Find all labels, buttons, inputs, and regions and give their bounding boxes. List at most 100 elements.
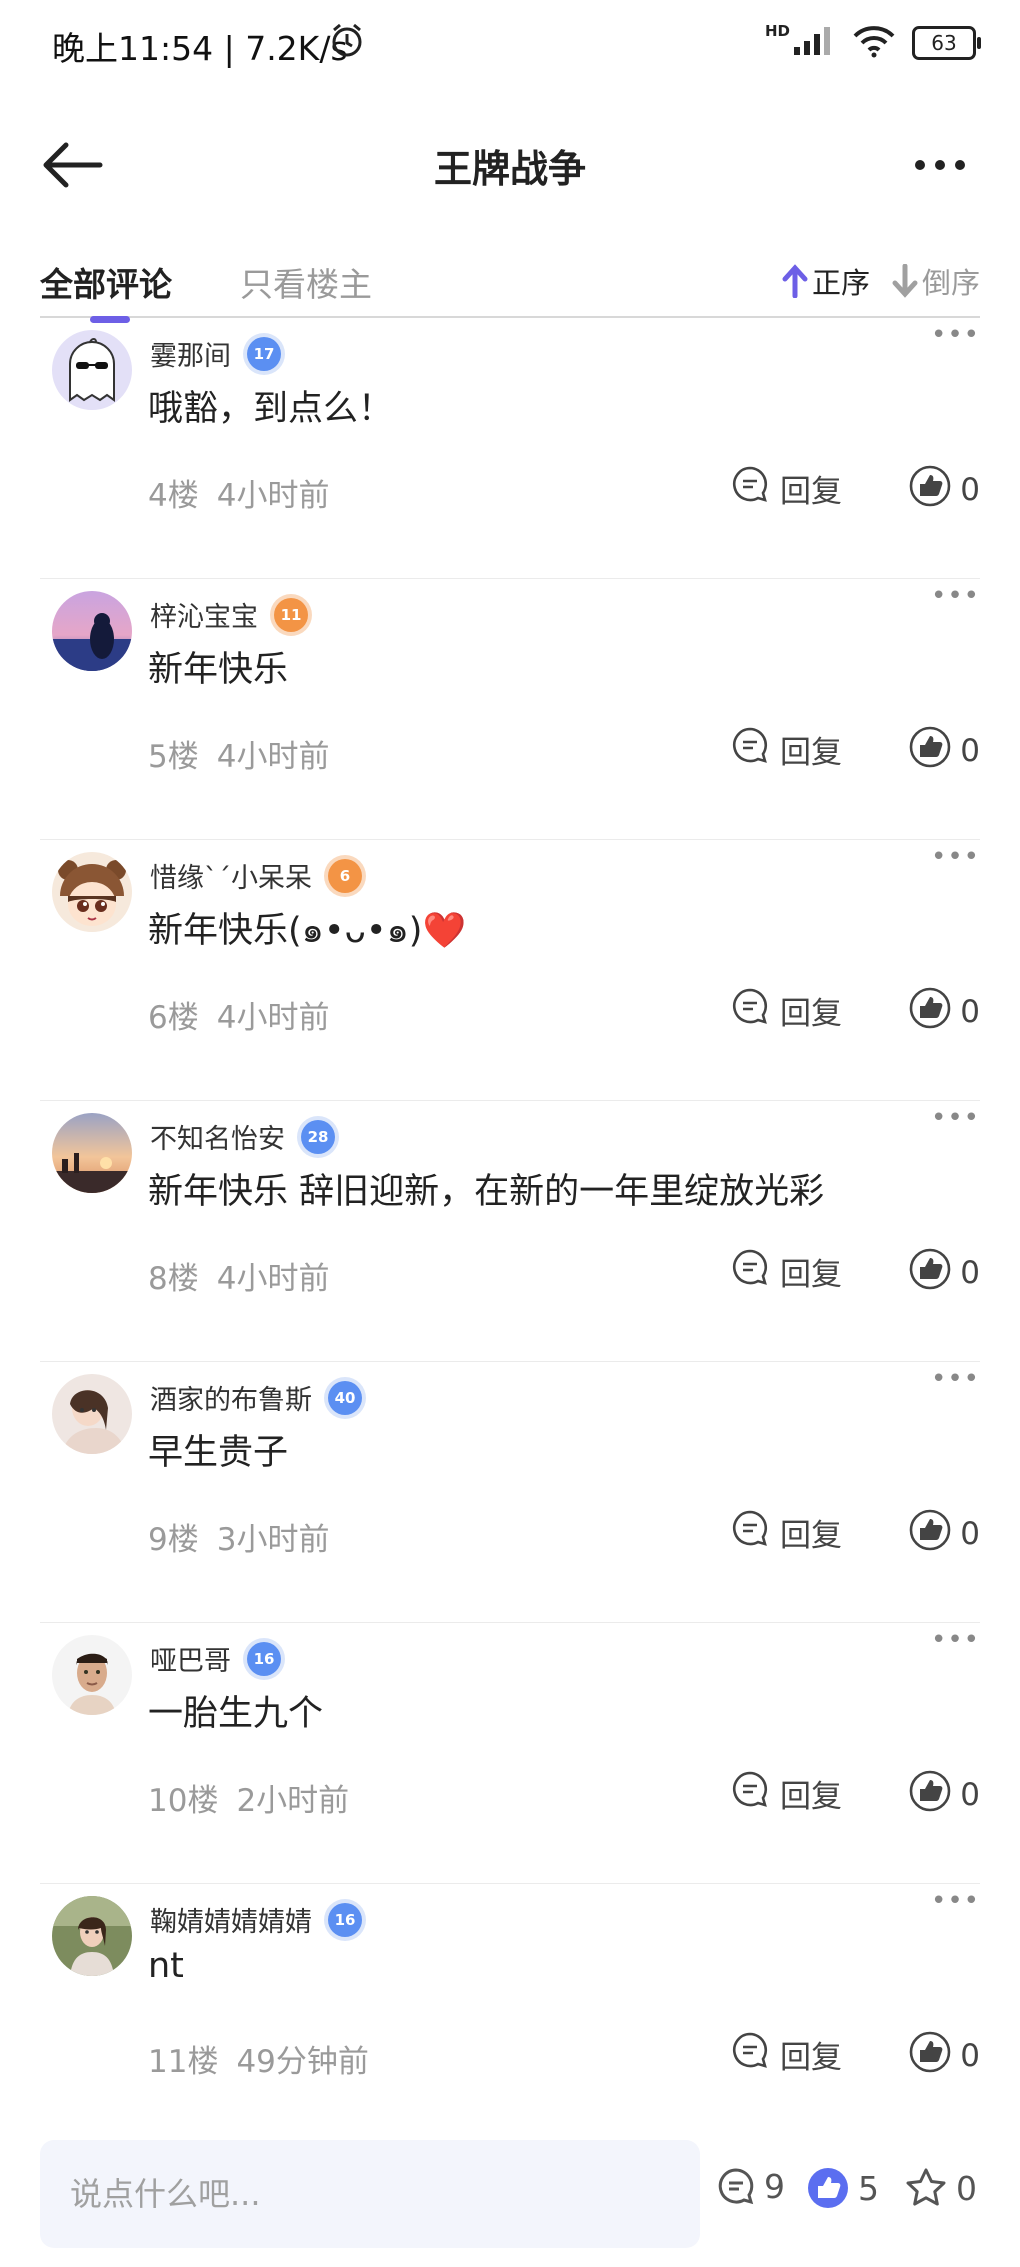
thumbs-up-icon [908,986,952,1038]
like-filled-icon [808,2168,848,2208]
comment-text-row: 新年快乐(๑•ᴗ•๑)❤️ [148,902,466,958]
comment-item[interactable]: 哑巴哥 16 ••• 一胎生九个 10楼 2小时前 回复 0 [40,1623,980,1884]
user-avatar[interactable] [52,1635,132,1715]
comment-more-icon[interactable]: ••• [931,842,980,872]
more-options-icon[interactable] [910,145,970,185]
thumbs-up-icon [908,1769,952,1821]
reply-button[interactable]: 回复 [730,1508,842,1556]
reply-button[interactable]: 回复 [730,1769,842,1817]
heart-emoji: ❤️ [422,911,467,951]
thumbs-up-icon [908,1247,952,1299]
tab-all-comments[interactable]: 全部评论 [40,258,172,323]
user-avatar[interactable] [52,852,132,932]
level-badge: 11 [274,597,308,632]
reply-label: 回复 [780,734,842,771]
comment-item[interactable]: 惜缘ˋˊ小呆呆 6 ••• 新年快乐(๑•ᴗ•๑)❤️ 6楼 4小时前 回复 0 [40,840,980,1101]
like-button[interactable]: 0 [908,1247,980,1299]
like-count-button[interactable]: 5 [806,2166,879,2210]
username[interactable]: 酒家的布鲁斯 [150,1378,312,1417]
like-count: 0 [960,2038,980,2074]
reply-icon [730,464,770,512]
reply-button[interactable]: 回复 [730,2030,842,2078]
floor-number: 11楼 [148,2044,219,2080]
comment-text: nt [148,1946,184,1986]
reply-label: 回复 [780,2039,842,2076]
comment-more-icon[interactable]: ••• [931,1625,980,1655]
reply-icon [730,1247,770,1295]
comment-time: 2小时前 [236,1783,350,1819]
reply-icon [730,1769,770,1817]
like-button[interactable]: 0 [908,725,980,777]
comment-more-icon[interactable]: ••• [931,320,980,350]
username[interactable]: 霎那间 [150,334,231,373]
comment-time: 4小时前 [216,739,330,775]
reply-label: 回复 [780,1778,842,1815]
status-right: HD 63 [765,22,981,62]
comment-time: 3小时前 [216,1522,330,1558]
sort-asc-label: 正序 [811,266,870,300]
star-count-button[interactable]: 0 [904,2166,977,2210]
floor-number: 10楼 [148,1783,219,1819]
star-icon [906,2168,946,2206]
reply-button[interactable]: 回复 [730,464,842,512]
comment-text: 哦豁，到点么！ [148,389,394,429]
comment-icon [718,2168,754,2205]
alarm-icon [330,22,364,62]
sort-descending-button[interactable]: 倒序 [892,260,980,302]
comment-text-row: 新年快乐 辞旧迎新，在新的一年里绽放光彩 [148,1163,824,1214]
floor-number: 5楼 [148,739,199,775]
reply-label: 回复 [780,995,842,1032]
user-avatar[interactable] [52,1374,132,1454]
comment-item[interactable]: 不知名怡安 28 ••• 新年快乐 辞旧迎新，在新的一年里绽放光彩 8楼 4小时前… [40,1101,980,1362]
comment-item[interactable]: 酒家的布鲁斯 40 ••• 早生贵子 9楼 3小时前 回复 0 [40,1362,980,1623]
tab-op-only[interactable]: 只看楼主 [240,258,372,306]
star-count: 0 [956,2168,977,2208]
username[interactable]: 哑巴哥 [150,1639,231,1678]
comment-text-row: nt [148,1946,184,1986]
like-count: 0 [960,994,980,1030]
comment-tabs: 全部评论 只看楼主 正序 倒序 [40,250,980,323]
user-avatar[interactable] [52,1896,132,1976]
comment-more-icon[interactable]: ••• [931,1886,980,1916]
reply-label: 回复 [780,473,842,510]
like-button[interactable]: 0 [908,464,980,516]
like-button[interactable]: 0 [908,1769,980,1821]
thumbs-up-icon [908,464,952,516]
user-avatar[interactable] [52,591,132,671]
comment-input[interactable] [40,2140,700,2248]
like-count: 0 [960,733,980,769]
comment-item[interactable]: 鞠婧婧婧婧婧 16 ••• nt 11楼 49分钟前 回复 0 [40,1884,980,2118]
comment-list[interactable]: 霎那间 17 ••• 哦豁，到点么！ 4楼 4小时前 回复 0 梓沁宝宝 11 •… [40,318,980,2118]
username[interactable]: 梓沁宝宝 [150,595,258,634]
like-count: 0 [960,1777,980,1813]
comment-item[interactable]: 梓沁宝宝 11 ••• 新年快乐 5楼 4小时前 回复 0 [40,579,980,840]
like-button[interactable]: 0 [908,2030,980,2082]
comment-time: 49分钟前 [236,2044,369,2080]
username[interactable]: 鞠婧婧婧婧婧 [150,1900,312,1939]
reply-icon [730,1508,770,1556]
user-avatar[interactable] [52,330,132,410]
username[interactable]: 惜缘ˋˊ小呆呆 [150,856,312,895]
comment-time: 4小时前 [216,478,330,514]
level-badge: 16 [247,1641,281,1676]
floor-number: 4楼 [148,478,199,514]
level-badge: 28 [301,1119,335,1154]
reply-button[interactable]: 回复 [730,725,842,773]
comment-text-row: 新年快乐 [148,641,288,692]
like-button[interactable]: 0 [908,986,980,1038]
battery-indicator: 63 [912,26,981,60]
like-button[interactable]: 0 [908,1508,980,1560]
floor-number: 6楼 [148,1000,199,1036]
sort-ascending-button[interactable]: 正序 [782,260,870,302]
reply-button[interactable]: 回复 [730,1247,842,1295]
username[interactable]: 不知名怡安 [150,1117,285,1156]
comment-more-icon[interactable]: ••• [931,1103,980,1133]
user-avatar[interactable] [52,1113,132,1193]
comment-text-row: 早生贵子 [148,1424,288,1475]
comment-count-button[interactable]: 9 [716,2166,785,2206]
comment-item[interactable]: 霎那间 17 ••• 哦豁，到点么！ 4楼 4小时前 回复 0 [40,318,980,579]
comment-more-icon[interactable]: ••• [931,1364,980,1394]
reply-button[interactable]: 回复 [730,986,842,1034]
comment-time: 4小时前 [216,1261,330,1297]
comment-more-icon[interactable]: ••• [931,581,980,611]
